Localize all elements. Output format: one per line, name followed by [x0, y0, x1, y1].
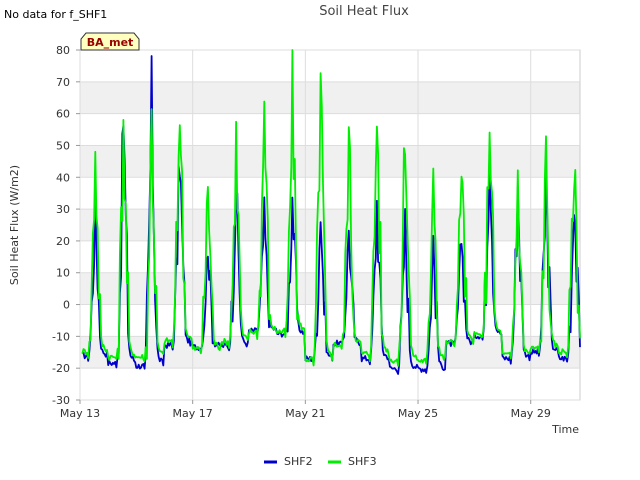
plot-background-bands [80, 81, 580, 369]
y-tick-label: -20 [52, 362, 70, 375]
plot-band-4 [80, 81, 580, 114]
x-axis: May 13 May 17 May 21 May 25 May 29 [60, 400, 551, 420]
y-tick-label: 80 [56, 44, 70, 57]
plot-band-2 [80, 209, 580, 241]
chart-title: Soil Heat Flux [319, 4, 409, 19]
no-data-note: No data for f_SHF1 [4, 8, 107, 21]
y-tick-label: 10 [56, 267, 70, 280]
y-axis: -30 -20 -10 0 10 20 30 40 50 60 70 80 [52, 44, 80, 407]
x-tick-label: May 13 [60, 407, 100, 420]
y-tick-label: 70 [56, 76, 70, 89]
x-tick-label: May 17 [173, 407, 213, 420]
legend: SHF2 SHF3 [264, 455, 377, 468]
soil-heat-flux-chart: -30-20-1001020304050607080 May 13 May 17 M… [4, 4, 581, 468]
y-tick-label: 40 [56, 171, 70, 184]
y-tick-label: 60 [56, 108, 70, 121]
y-tick-label: 30 [56, 203, 70, 216]
site-badge: BA_met [80, 32, 140, 51]
y-tick-label: 50 [56, 139, 70, 152]
plot-band-3 [80, 145, 580, 178]
site-badge-label: BA_met [87, 36, 134, 49]
y-tick-label: 20 [56, 235, 70, 248]
y-tick-label: -10 [52, 330, 70, 343]
y-tick-label: 0 [63, 299, 70, 312]
legend-label-shf2: SHF2 [284, 455, 313, 468]
legend-label-shf3: SHF3 [348, 455, 377, 468]
x-axis-title: Time [551, 423, 579, 436]
y-tick-label: -30 [52, 394, 70, 407]
x-tick-label: May 29 [511, 407, 551, 420]
x-tick-label: May 25 [398, 407, 438, 420]
y-axis-title: Soil Heat Flux (W/m2) [8, 165, 21, 285]
x-tick-label: May 21 [285, 407, 325, 420]
